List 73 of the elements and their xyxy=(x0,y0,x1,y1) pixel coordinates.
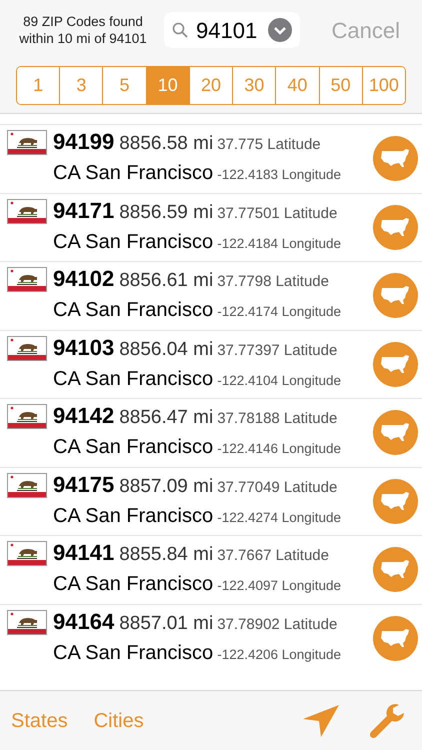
toolbar-link[interactable]: States xyxy=(11,706,68,736)
flag-icon xyxy=(7,198,47,224)
location-arrow-icon[interactable] xyxy=(301,702,341,738)
us-map-icon[interactable] xyxy=(373,547,418,592)
zip-code: 94175 xyxy=(53,470,114,499)
search-field[interactable]: 94101 xyxy=(164,12,300,48)
latitude: 37.7798 Latitude xyxy=(217,272,330,292)
flag-icon xyxy=(7,541,47,566)
city-name: CA San Francisco xyxy=(53,572,214,598)
longitude: -122.4274 Longitude xyxy=(217,508,342,527)
radius-segment[interactable]: 30 xyxy=(232,67,276,104)
zip-code: 94141 xyxy=(53,539,114,568)
flag-icon xyxy=(7,130,47,155)
longitude: -122.4097 Longitude xyxy=(217,577,342,596)
latitude: 37.7667 Latitude xyxy=(217,546,330,566)
distance: 8855.84 mi xyxy=(119,543,214,568)
distance: 8856.59 mi xyxy=(119,200,214,225)
flag-icon xyxy=(7,267,47,292)
latitude: 37.78188 Latitude xyxy=(217,409,338,430)
distance: 8857.01 mi xyxy=(119,612,214,636)
radius-segment[interactable]: 40 xyxy=(275,67,319,104)
city-name: CA San Francisco xyxy=(53,504,214,529)
us-map-icon[interactable] xyxy=(373,136,418,182)
radius-segment[interactable]: 20 xyxy=(188,67,232,104)
latitude: 37.775 Latitude xyxy=(217,135,322,156)
cancel-button[interactable]: Cancel xyxy=(332,14,400,46)
distance: 8856.47 mi xyxy=(119,406,214,430)
longitude: -122.4184 Longitude xyxy=(217,234,342,253)
flag-icon xyxy=(7,336,47,360)
radius-segment[interactable]: 5 xyxy=(102,67,146,104)
city-name: CA San Francisco xyxy=(53,366,214,392)
toolbar-link[interactable]: Cities xyxy=(94,706,144,736)
distance: 8856.04 mi xyxy=(119,338,214,362)
radius-segment[interactable]: 100 xyxy=(362,67,405,104)
city-name: CA San Francisco xyxy=(53,435,214,460)
zip-code: 94199 xyxy=(53,128,114,156)
zip-code: 94171 xyxy=(53,196,114,225)
us-map-icon[interactable] xyxy=(373,410,418,456)
results-summary: 89 ZIP Codes found within 10 mi of 94101 xyxy=(18,13,148,47)
us-map-icon[interactable] xyxy=(373,204,418,250)
radius-segment[interactable]: 1 xyxy=(17,67,60,104)
radius-segment[interactable]: 50 xyxy=(318,67,362,104)
radius-segment[interactable]: 3 xyxy=(59,67,102,104)
distance: 8856.61 mi xyxy=(119,269,214,294)
flag-icon xyxy=(7,404,47,429)
search-icon xyxy=(172,22,188,38)
latitude: 37.77501 Latitude xyxy=(217,204,338,224)
us-map-icon[interactable] xyxy=(373,342,418,387)
chevron-down-icon[interactable] xyxy=(268,18,292,42)
city-name: CA San Francisco xyxy=(53,161,214,186)
us-map-icon[interactable] xyxy=(373,616,418,661)
city-name: CA San Francisco xyxy=(53,640,214,666)
flag-icon xyxy=(7,472,47,498)
zip-code: 94102 xyxy=(53,265,114,294)
us-map-icon[interactable] xyxy=(373,273,418,318)
city-name: CA San Francisco xyxy=(53,298,214,324)
city-name: CA San Francisco xyxy=(53,230,214,255)
longitude: -122.4146 Longitude xyxy=(217,440,342,458)
radius-segment[interactable]: 10 xyxy=(146,67,189,104)
flag-icon xyxy=(7,610,47,634)
latitude: 37.78902 Latitude xyxy=(217,614,338,635)
latitude: 37.77049 Latitude xyxy=(217,478,338,498)
longitude: -122.4104 Longitude xyxy=(217,372,342,390)
latitude: 37.77397 Latitude xyxy=(217,340,338,361)
longitude: -122.4183 Longitude xyxy=(217,166,342,184)
zip-code: 94164 xyxy=(53,608,114,636)
longitude: -122.4174 Longitude xyxy=(217,303,342,322)
distance: 8857.09 mi xyxy=(119,474,214,499)
zip-code: 94103 xyxy=(53,334,114,362)
longitude: -122.4206 Longitude xyxy=(217,646,342,664)
distance: 8856.58 mi xyxy=(119,132,214,156)
zip-code: 94142 xyxy=(53,402,114,430)
us-map-icon[interactable] xyxy=(373,478,418,524)
